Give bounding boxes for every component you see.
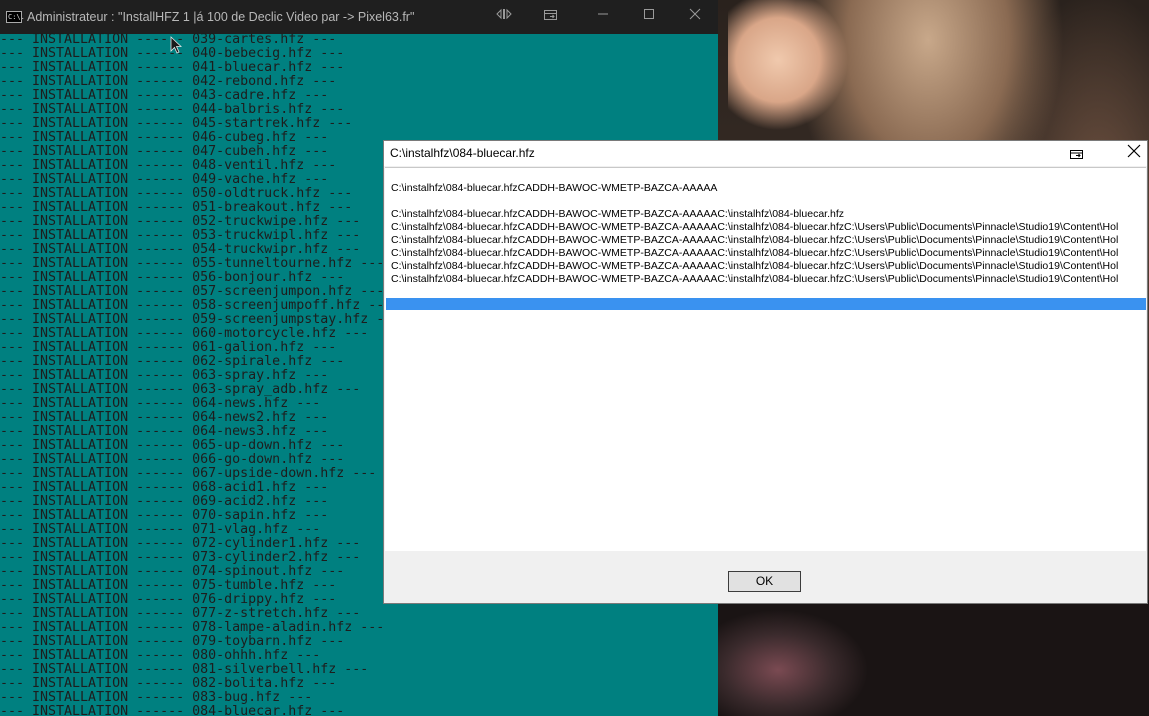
- console-line: --- INSTALLATION ------ 081-silverbell.h…: [0, 662, 369, 677]
- mouse-pointer-icon: [170, 36, 182, 54]
- console-line: --- INSTALLATION ------ 043-cadre.hfz --…: [0, 88, 329, 103]
- console-line: --- INSTALLATION ------ 083-bug.hfz ---: [0, 690, 313, 705]
- dialog-log-line: C:\instalhfz\084-bluecar.hfzCADDH-BAWOC-…: [391, 221, 1119, 233]
- message-dialog[interactable]: C:\instalhfz\084-bluecar.hfz C:\instalhf…: [383, 140, 1148, 604]
- dialog-message-area: C:\instalhfz\084-bluecar.hfzCADDH-BAWOC-…: [385, 167, 1146, 551]
- console-line: --- INSTALLATION ------ 079-toybarn.hfz …: [0, 634, 345, 649]
- pin-window-icon[interactable]: [541, 8, 561, 26]
- console-line: --- INSTALLATION ------ 041-bluecar.hfz …: [0, 60, 345, 75]
- dialog-close-button[interactable]: [1124, 143, 1144, 163]
- maximize-icon: [644, 9, 654, 19]
- console-line: --- INSTALLATION ------ 040-bebecig.hfz …: [0, 46, 345, 61]
- dialog-message-header: C:\instalhfz\084-bluecar.hfzCADDH-BAWOC-…: [391, 182, 718, 194]
- console-line: --- INSTALLATION ------ 044-balbris.hfz …: [0, 102, 345, 117]
- snap-arrows-icon[interactable]: [494, 8, 514, 26]
- close-icon: [689, 8, 701, 20]
- console-line: --- INSTALLATION ------ 078-lampe-aladin…: [0, 620, 385, 635]
- dialog-log-line: C:\instalhfz\084-bluecar.hfzCADDH-BAWOC-…: [391, 273, 1119, 285]
- console-line: --- INSTALLATION ------ 045-startrek.hfz…: [0, 116, 353, 131]
- minimize-button[interactable]: [593, 8, 613, 26]
- snap-arrows-icon-svg: [496, 8, 512, 20]
- console-line: --- INSTALLATION ------ 042-rebond.hfz -…: [0, 74, 337, 89]
- close-button[interactable]: [685, 8, 705, 26]
- console-line: --- INSTALLATION ------ 080-ohhh.hfz ---: [0, 648, 321, 663]
- selection-highlight-bar: [386, 298, 1146, 310]
- dialog-log-line: C:\instalhfz\084-bluecar.hfzCADDH-BAWOC-…: [391, 260, 1119, 272]
- console-line: --- INSTALLATION ------ 082-bolita.hfz -…: [0, 676, 337, 691]
- minimize-icon: [598, 13, 608, 15]
- console-line: --- INSTALLATION ------ 084-bluecar.hfz …: [0, 704, 345, 716]
- dialog-message-log: C:\instalhfz\084-bluecar.hfzCADDH-BAWOC-…: [391, 208, 1118, 286]
- maximize-button[interactable]: [639, 8, 659, 26]
- close-icon: [1127, 144, 1141, 158]
- dialog-log-line: C:\instalhfz\084-bluecar.hfzCADDH-BAWOC-…: [391, 247, 1119, 259]
- dialog-log-line: C:\instalhfz\084-bluecar.hfzCADDH-BAWOC-…: [391, 208, 845, 220]
- cmd-icon: C:\.: [6, 11, 25, 23]
- console-titlebar[interactable]: C:\. Administrateur : "InstallHFZ 1 |á 1…: [0, 0, 718, 34]
- console-line: --- INSTALLATION ------ 039-cartes.hfz -…: [0, 32, 337, 47]
- console-line: --- INSTALLATION ------ 077-z-stretch.hf…: [0, 606, 361, 621]
- console-window-title: Administrateur : "InstallHFZ 1 |á 100 de…: [27, 10, 415, 24]
- wallpaper-photo-face: [728, 0, 848, 130]
- dialog-title: C:\instalhfz\084-bluecar.hfz: [390, 146, 535, 160]
- wallpaper-photo-dress: [718, 600, 1149, 716]
- pin-window-icon-svg: [544, 10, 557, 20]
- ok-button[interactable]: OK: [728, 571, 801, 592]
- dialog-log-line: C:\instalhfz\084-bluecar.hfzCADDH-BAWOC-…: [391, 234, 1119, 246]
- pin-window-icon-svg: [1070, 150, 1083, 159]
- pin-window-icon[interactable]: [1068, 145, 1086, 163]
- dialog-titlebar[interactable]: C:\instalhfz\084-bluecar.hfz: [384, 141, 1147, 166]
